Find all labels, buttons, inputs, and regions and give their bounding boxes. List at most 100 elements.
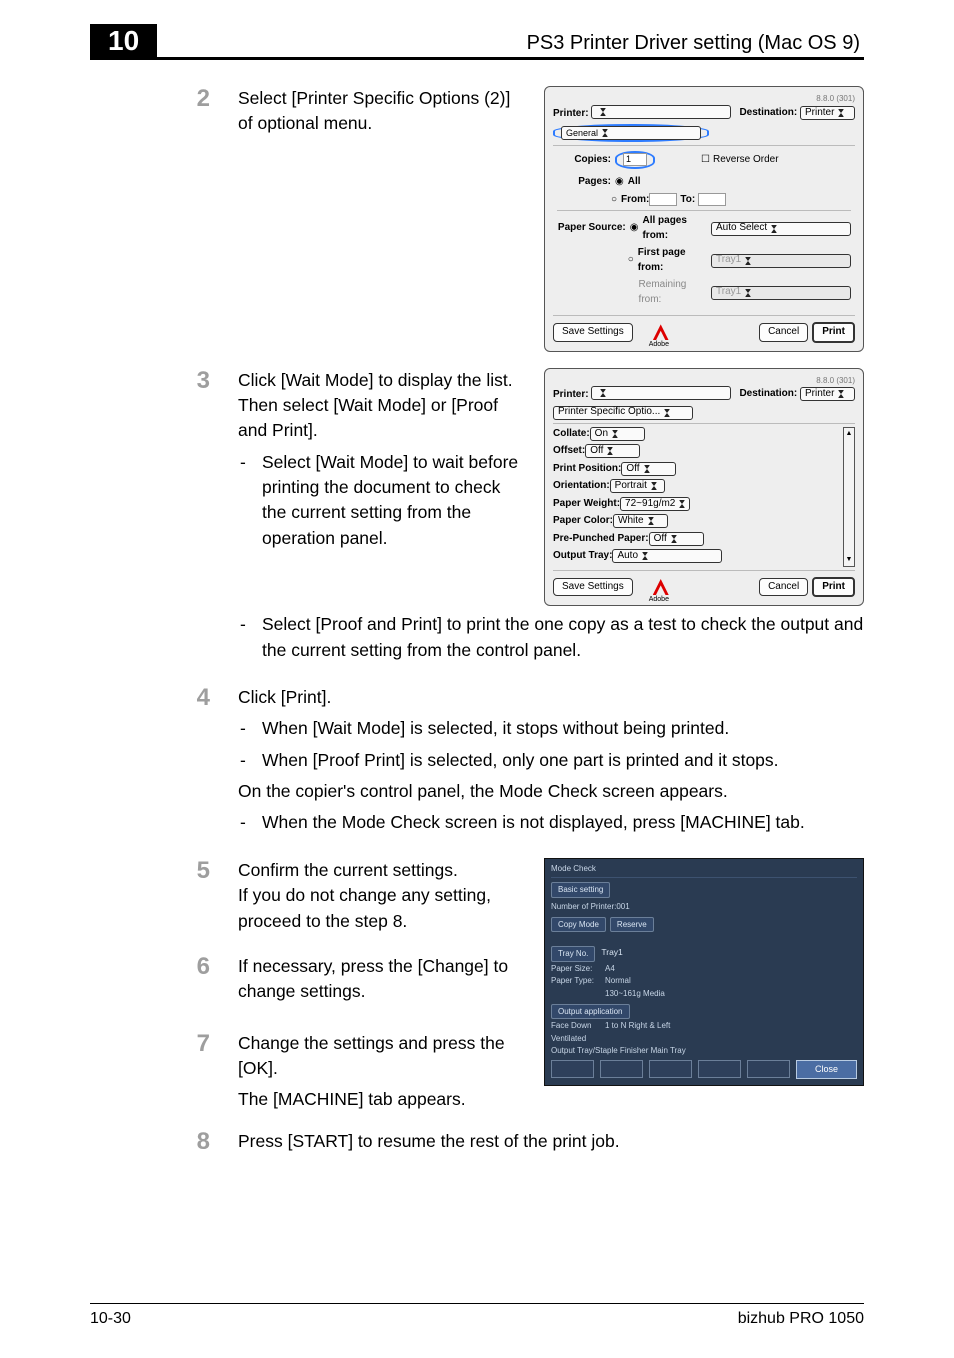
page-title: PS3 Printer Driver setting (Mac OS 9) [157, 32, 864, 57]
dialog-version: 8.8.0 (301) [553, 375, 855, 387]
step-5-text: Confirm the current settings. If you do … [238, 858, 528, 934]
paper-weight-combo[interactable]: 72~91g/m2 [620, 497, 690, 511]
all-pages-combo[interactable]: Auto Select [711, 222, 851, 236]
output-tray-label: Output Tray: [553, 549, 612, 564]
all-pages-radio[interactable] [630, 221, 643, 236]
footer-product: bizhub PRO 1050 [738, 1310, 864, 1328]
save-settings-button[interactable]: Save Settings [553, 323, 633, 342]
reserve-button[interactable]: Reserve [610, 917, 654, 933]
step-number: 2 [90, 86, 238, 352]
step-7-text2: The [MACHINE] tab appears. [238, 1087, 528, 1112]
face-down-label: Face Down [551, 1020, 599, 1032]
collate-combo[interactable]: On [590, 427, 645, 441]
step-4-dash1: When [Wait Mode] is selected, it stops w… [262, 716, 864, 741]
remaining-combo[interactable]: Tray1 [711, 286, 851, 300]
first-page-from-label: First page from: [638, 246, 705, 275]
orientation-combo[interactable]: Portrait [610, 479, 665, 493]
paper-source-label: Paper Source: [557, 221, 630, 236]
print-dialog-specific: 8.8.0 (301) Printer: Destination: Printe… [544, 368, 864, 607]
pages-all-radio[interactable]: All [615, 175, 641, 190]
step-3-dash2: Select [Proof and Print] to print the on… [262, 612, 864, 663]
tab-combo[interactable]: Printer Specific Optio... [553, 406, 693, 420]
machine-close-button[interactable]: Close [796, 1060, 857, 1079]
step-number: 4 [90, 685, 238, 842]
all-pages-from-label: All pages from: [642, 214, 705, 243]
destination-label: Destination: [739, 107, 797, 118]
face-down-value: 1 to N Right & Left [605, 1020, 670, 1032]
to-label: To: [680, 193, 695, 208]
machine-footer-button[interactable] [747, 1060, 790, 1078]
first-page-radio[interactable] [628, 253, 638, 268]
remaining-from-label: Remaining from: [639, 278, 705, 307]
paper-color-combo[interactable]: White [613, 514, 668, 528]
copies-input[interactable]: 1 [623, 153, 647, 166]
printer-combo[interactable] [591, 105, 731, 119]
paper-type-value2: 130~161g Media [605, 988, 665, 1000]
paper-color-label: Paper Color: [553, 514, 613, 529]
adobe-icon: Adobe [653, 324, 669, 340]
printer-label: Printer: [553, 389, 589, 400]
step-2-text: Select [Printer Specific Options (2)] of… [238, 86, 528, 137]
pages-from-input[interactable] [649, 193, 677, 206]
general-tab-combo[interactable]: General [561, 126, 701, 140]
print-button[interactable]: Print [812, 322, 855, 343]
ventilated-label: Ventilated [551, 1033, 599, 1045]
pages-to-input[interactable] [698, 193, 726, 206]
machine-footer-button[interactable] [698, 1060, 741, 1078]
step-6-text: If necessary, press the [Change] to chan… [238, 954, 528, 1005]
tray-no-button[interactable]: Tray No. [551, 946, 595, 962]
step-8-text: Press [START] to resume the rest of the … [238, 1129, 864, 1155]
dash-icon: - [238, 748, 262, 773]
cancel-button[interactable]: Cancel [759, 323, 808, 342]
paper-type-label: Paper Type: [551, 975, 599, 987]
destination-label: Destination: [739, 388, 797, 399]
adobe-icon: Adobe [653, 579, 669, 595]
dash-icon: - [238, 716, 262, 741]
machine-footer-button[interactable] [551, 1060, 594, 1078]
step-7-text1: Change the settings and press the [OK]. [238, 1031, 528, 1082]
reverse-order-checkbox[interactable]: Reverse Order [701, 153, 779, 168]
basic-setting-tab[interactable]: Basic setting [551, 882, 610, 898]
print-button[interactable]: Print [812, 577, 855, 598]
output-tray-info: Output Tray/Staple Finisher Main Tray [551, 1045, 686, 1057]
machine-footer-button[interactable] [600, 1060, 643, 1078]
save-settings-button[interactable]: Save Settings [553, 578, 633, 597]
cancel-button[interactable]: Cancel [759, 578, 808, 597]
step-number: 3 [90, 368, 238, 669]
printer-label: Printer: [553, 108, 589, 119]
step-3: 3 Click [Wait Mode] to display the list.… [90, 368, 864, 669]
paper-type-value: Normal [605, 975, 631, 987]
footer-page-number: 10-30 [90, 1310, 131, 1328]
step-5-6-7-block: 5 Confirm the current settings. If you d… [90, 858, 864, 1113]
step-2: 2 Select [Printer Specific Options (2)] … [90, 86, 864, 352]
print-dialog-general: 8.8.0 (301) Printer: Destination: Printe… [544, 86, 864, 352]
step-4-dash2: When [Proof Print] is selected, only one… [262, 748, 864, 773]
printpos-label: Print Position: [553, 462, 621, 477]
step-number: 7 [90, 1031, 238, 1113]
scrollbar[interactable]: ▲▼ [843, 427, 855, 567]
step-3-intro: Click [Wait Mode] to display the list. T… [238, 368, 528, 444]
step-number: 8 [90, 1129, 238, 1155]
collate-label: Collate: [553, 427, 590, 442]
destination-combo[interactable]: Printer [800, 106, 855, 120]
offset-label: Offset: [553, 444, 585, 459]
destination-combo[interactable]: Printer [800, 387, 855, 401]
prepunch-combo[interactable]: Off [649, 532, 704, 546]
printer-combo[interactable] [591, 386, 731, 400]
number-of-printer: Number of Printer:001 [551, 901, 857, 913]
step-4: 4 Click [Print]. -When [Wait Mode] is se… [90, 685, 864, 842]
dialog-version: 8.8.0 (301) [553, 93, 855, 105]
copy-mode-button[interactable]: Copy Mode [551, 917, 606, 933]
dash-icon: - [238, 612, 262, 663]
step-3-dash1: Select [Wait Mode] to wait before printi… [262, 450, 528, 552]
pages-label: Pages: [557, 175, 615, 190]
machine-footer-button[interactable] [649, 1060, 692, 1078]
output-application-button[interactable]: Output application [551, 1004, 630, 1020]
first-page-combo[interactable]: Tray1 [711, 254, 851, 268]
printpos-combo[interactable]: Off [621, 462, 676, 476]
pages-range-radio[interactable]: From: [611, 193, 649, 208]
offset-combo[interactable]: Off [585, 444, 640, 458]
copies-label: Copies: [557, 153, 615, 168]
output-tray-combo[interactable]: Auto [612, 549, 722, 563]
chapter-number: 10 [90, 24, 157, 60]
